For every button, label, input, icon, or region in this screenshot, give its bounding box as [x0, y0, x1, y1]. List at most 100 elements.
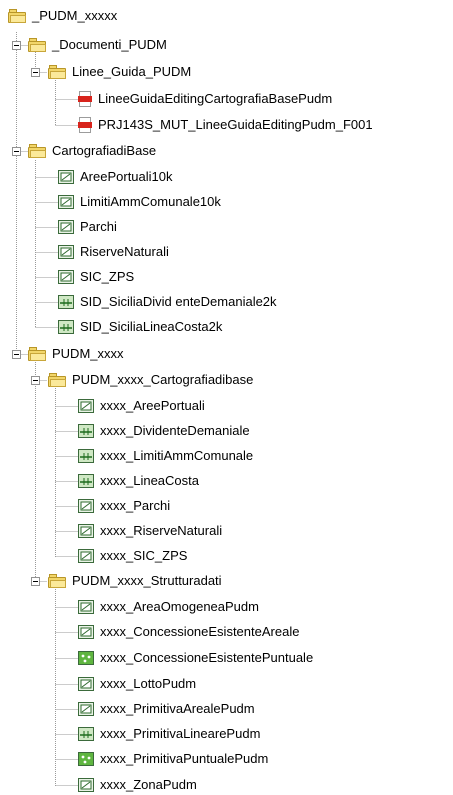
tree-item-label: xxxx_AreePortuali	[100, 398, 205, 413]
tree-file-item[interactable]: xxxx_ConcessioneEsistentePuntuale	[0, 648, 453, 668]
polygon-layer-icon	[58, 245, 74, 259]
tree-folder-item[interactable]: PUDM_xxxx	[0, 344, 453, 364]
tree-item-label: PRJ143S_MUT_LineeGuidaEditingPudm_F001	[98, 117, 373, 132]
tree-item-label: xxxx_AreaOmogeneaPudm	[100, 599, 259, 614]
polygon-layer-icon	[78, 778, 94, 792]
tree-item-label: PUDM_xxxx_Strutturadati	[72, 573, 222, 588]
tree-file-item[interactable]: SID_SiciliaLineaCosta2k	[0, 317, 453, 337]
polygon-layer-icon	[58, 170, 74, 184]
polygon-layer-icon	[78, 677, 94, 691]
polygon-layer-icon	[78, 549, 94, 563]
tree-file-item[interactable]: Parchi	[0, 217, 453, 237]
folder-icon	[28, 347, 46, 361]
tree-item-label: LineeGuidaEditingCartografiaBasePudm	[98, 91, 333, 106]
folder-icon	[8, 9, 26, 23]
tree-file-item[interactable]: xxxx_LineaCosta	[0, 471, 453, 491]
collapse-toggle-icon[interactable]	[12, 41, 21, 50]
collapse-toggle-icon[interactable]	[12, 147, 21, 156]
tree-item-label: xxxx_DividenteDemaniale	[100, 423, 250, 438]
tree-item-label: xxxx_RiserveNaturali	[100, 523, 223, 538]
tree-file-item[interactable]: xxxx_AreaOmogeneaPudm	[0, 597, 453, 617]
tree-item-label: PUDM_xxxx_Cartografiadibase	[72, 372, 254, 387]
tree-item-label: _PUDM_xxxxx	[32, 8, 118, 23]
tree-folder-item[interactable]: CartografiadiBase	[0, 141, 453, 161]
tree-item-label: SIC_ZPS	[80, 269, 135, 284]
polygon-layer-icon	[58, 270, 74, 284]
tree-file-item[interactable]: xxxx_RiserveNaturali	[0, 521, 453, 541]
tree-file-item[interactable]: xxxx_LimitiAmmComunale	[0, 446, 453, 466]
line-layer-icon	[78, 424, 94, 438]
folder-icon	[28, 144, 46, 158]
folder-icon	[28, 38, 46, 52]
polygon-layer-icon	[78, 702, 94, 716]
folder-icon	[48, 65, 66, 79]
tree-file-item[interactable]: PRJ143S_MUT_LineeGuidaEditingPudm_F001	[0, 115, 453, 135]
tree-item-label: xxxx_PrimitivaArealePudm	[100, 701, 255, 716]
collapse-toggle-icon[interactable]	[12, 350, 21, 359]
line-layer-icon	[58, 295, 74, 309]
tree-item-label: xxxx_SIC_ZPS	[100, 548, 188, 563]
tree-folder-item[interactable]: PUDM_xxxx_Strutturadati	[0, 571, 453, 591]
point-layer-icon	[78, 651, 94, 665]
tree-item-label: xxxx_PrimitivaLinearePudm	[100, 726, 261, 741]
tree-item-label: _Documenti_PUDM	[52, 37, 167, 52]
polygon-layer-icon	[58, 195, 74, 209]
tree-item-label: LimitiAmmComunale10k	[80, 194, 221, 209]
tree-file-item[interactable]: LimitiAmmComunale10k	[0, 192, 453, 212]
tree-file-item[interactable]: xxxx_LottoPudm	[0, 674, 453, 694]
tree-folder-item[interactable]: PUDM_xxxx_Cartografiadibase	[0, 370, 453, 390]
tree-file-item[interactable]: xxxx_Parchi	[0, 496, 453, 516]
tree-file-item[interactable]: SID_SiciliaDivid enteDemaniale2k	[0, 292, 453, 312]
tree-file-item[interactable]: xxxx_ConcessioneEsistenteAreale	[0, 622, 453, 642]
tree-item-label: Linee_Guida_PUDM	[72, 64, 192, 79]
polygon-layer-icon	[78, 625, 94, 639]
collapse-toggle-icon[interactable]	[31, 68, 40, 77]
tree-item-label: xxxx_PrimitivaPuntualePudm	[100, 751, 269, 766]
polygon-layer-icon	[78, 499, 94, 513]
polygon-layer-icon	[58, 220, 74, 234]
tree-file-item[interactable]: xxxx_DividenteDemaniale	[0, 421, 453, 441]
tree-item-label: PUDM_xxxx	[52, 346, 124, 361]
tree-folder-item[interactable]: _PUDM_xxxxx	[0, 6, 453, 26]
line-layer-icon	[78, 449, 94, 463]
tree-item-label: xxxx_Parchi	[100, 498, 171, 513]
tree-item-label: Parchi	[80, 219, 117, 234]
polygon-layer-icon	[78, 399, 94, 413]
tree-file-item[interactable]: xxxx_SIC_ZPS	[0, 546, 453, 566]
folder-icon	[48, 373, 66, 387]
tree-file-item[interactable]: AreePortuali10k	[0, 167, 453, 187]
catalog-tree: _PUDM_xxxxx _Documenti_PUDM Linee_Guida_PU…	[0, 0, 453, 794]
tree-item-label: CartografiadiBase	[52, 143, 157, 158]
tree-file-item[interactable]: LineeGuidaEditingCartografiaBasePudm	[0, 89, 453, 109]
tree-file-item[interactable]: xxxx_AreePortuali	[0, 396, 453, 416]
tree-folder-item[interactable]: Linee_Guida_PUDM	[0, 62, 453, 82]
tree-item-label: AreePortuali10k	[80, 169, 173, 184]
polygon-layer-icon	[78, 524, 94, 538]
pdf-file-icon	[78, 117, 92, 133]
collapse-toggle-icon[interactable]	[31, 376, 40, 385]
tree-item-label: RiserveNaturali	[80, 244, 169, 259]
tree-file-item[interactable]: xxxx_PrimitivaPuntualePudm	[0, 749, 453, 769]
collapse-toggle-icon[interactable]	[31, 577, 40, 586]
tree-file-item[interactable]: xxxx_PrimitivaLinearePudm	[0, 724, 453, 744]
tree-file-item[interactable]: RiserveNaturali	[0, 242, 453, 262]
tree-file-item[interactable]: xxxx_ZonaPudm	[0, 775, 453, 795]
tree-file-item[interactable]: SIC_ZPS	[0, 267, 453, 287]
pdf-file-icon	[78, 91, 92, 107]
tree-file-item[interactable]: xxxx_PrimitivaArealePudm	[0, 699, 453, 719]
line-layer-icon	[78, 474, 94, 488]
tree-item-label: xxxx_ZonaPudm	[100, 777, 197, 792]
tree-item-label: xxxx_ConcessioneEsistentePuntuale	[100, 650, 314, 665]
line-layer-icon	[58, 320, 74, 334]
tree-item-label: SID_SiciliaLineaCosta2k	[80, 319, 223, 334]
tree-item-label: xxxx_LimitiAmmComunale	[100, 448, 254, 463]
tree-item-label: SID_SiciliaDivid enteDemaniale2k	[80, 294, 277, 309]
polygon-layer-icon	[78, 600, 94, 614]
tree-folder-item[interactable]: _Documenti_PUDM	[0, 35, 453, 55]
point-layer-icon	[78, 752, 94, 766]
folder-icon	[48, 574, 66, 588]
tree-item-label: xxxx_ConcessioneEsistenteAreale	[100, 624, 300, 639]
tree-item-label: xxxx_LottoPudm	[100, 676, 197, 691]
tree-item-label: xxxx_LineaCosta	[100, 473, 199, 488]
line-layer-icon	[78, 727, 94, 741]
